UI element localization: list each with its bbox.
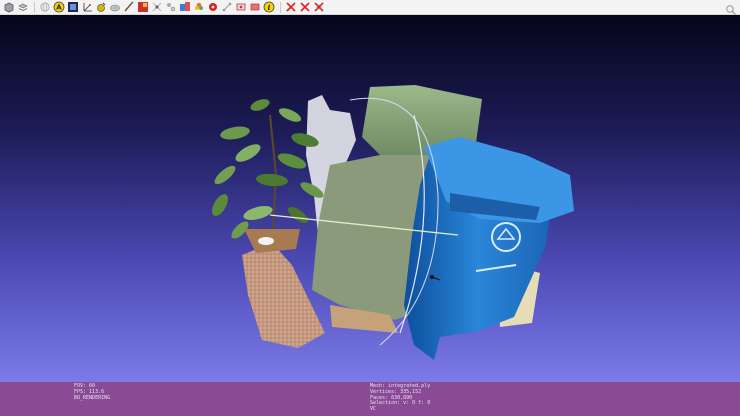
axis-icon[interactable] (81, 1, 93, 13)
align-icon[interactable] (151, 1, 163, 13)
paint-icon[interactable] (137, 1, 149, 13)
globe-icon[interactable] (39, 1, 51, 13)
toolbar-separator (34, 1, 35, 13)
select-points-icon[interactable] (235, 1, 247, 13)
mesh-icon[interactable] (109, 1, 121, 13)
svg-text:i: i (268, 3, 271, 12)
search-icon[interactable] (725, 1, 737, 15)
cardboard-piece (242, 243, 325, 348)
red-points-icon[interactable] (207, 1, 219, 13)
delete-vertices-icon[interactable] (299, 1, 311, 13)
toolbar: A i (0, 0, 740, 15)
point-cloud-scene (212, 85, 574, 360)
move-icon[interactable] (165, 1, 177, 13)
vc-label: VC (370, 406, 377, 413)
3d-viewport[interactable] (0, 15, 740, 382)
cube-icon[interactable] (3, 1, 15, 13)
label-a-icon[interactable]: A (53, 1, 65, 13)
info-icon[interactable]: i (263, 1, 275, 13)
status-bar: FOV: 60 FPS: 113.6 BO_RENDERING Mesh: in… (0, 382, 740, 416)
transform-icon[interactable] (221, 1, 233, 13)
mesh-info: Mesh: integrated.ply Vertices: 335,152 F… (370, 383, 431, 413)
flower-icon[interactable] (193, 1, 205, 13)
delete-icon[interactable] (285, 1, 297, 13)
selection-label: Selection: v: 0 f: 0 (370, 400, 431, 407)
svg-text:A: A (56, 4, 62, 12)
color-icon[interactable] (179, 1, 191, 13)
layers-icon[interactable] (17, 1, 29, 13)
selection-icon[interactable] (67, 1, 79, 13)
brush-icon[interactable] (123, 1, 135, 13)
toolbar-separator (280, 1, 281, 13)
select-faces-icon[interactable] (249, 1, 261, 13)
blue-recycling-bin (404, 137, 574, 360)
delete-faces-icon[interactable] (313, 1, 325, 13)
render-info: FOV: 60 FPS: 113.6 BO_RENDERING (74, 383, 111, 401)
measure-icon[interactable] (95, 1, 107, 13)
render-mode-label: BO_RENDERING (74, 394, 111, 401)
